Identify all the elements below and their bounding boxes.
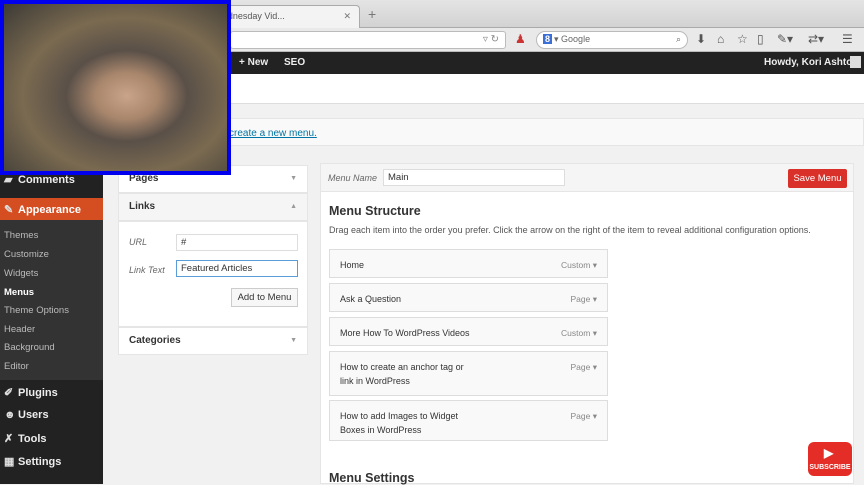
link-text-input[interactable]: Featured Articles [176,260,298,277]
paintbrush-icon: ✎ [4,204,14,216]
avatar[interactable] [850,56,861,68]
url-input[interactable]: # [176,234,298,251]
chevron-down-icon[interactable]: ▾ [593,328,597,338]
links-section-toggle[interactable]: Links ▲ [118,193,308,221]
item-type: Custom [561,328,591,338]
eyedropper-icon[interactable]: ✎▾ [777,32,793,46]
reload-icon[interactable]: ▿ ↻ [483,34,499,45]
menu-item[interactable]: How to create an anchor tag or link in W… [329,351,608,396]
menu-structure-description: Drag each item into the order you prefer… [329,225,811,235]
appearance-submenu [0,220,103,380]
menu-settings-heading: Menu Settings [329,471,415,485]
sidebar-item-settings[interactable]: ▦ Settings [0,455,103,468]
wrench-icon: ✗ [4,433,14,445]
label: Appearance [18,204,81,216]
subscribe-label: SUBSCRIBE [809,464,851,471]
chevron-down-icon[interactable]: ▾ [593,362,597,372]
chevron-down-icon[interactable]: ▾ [593,294,597,304]
submenu-theme-options[interactable]: Theme Options [4,305,69,316]
plugin-icon: ✐ [4,387,14,399]
google-icon: 8 [543,34,553,44]
link-text-label: Link Text [129,265,165,275]
save-menu-button[interactable]: Save Menu [788,169,847,188]
label: Tools [18,433,47,445]
submenu-widgets[interactable]: Widgets [4,268,38,279]
extension-icon[interactable]: ⇄▾ [808,32,824,46]
sidebar-item-users[interactable]: ☻ Users [0,409,103,421]
search-input[interactable]: 8 ▾ Google ⌕ [536,31,688,49]
settings-icon: ▦ [4,456,15,468]
user-icon: ☻ [4,409,16,421]
chevron-down-icon: ▼ [290,175,297,182]
categories-section-toggle[interactable]: Categories ▼ [118,327,308,355]
menu-item[interactable]: Ask a Question Page ▾ [329,283,608,312]
close-tab-icon[interactable]: ✕ [343,11,351,22]
sidebar-item-plugins[interactable]: ✐ Plugins [0,386,103,399]
label: Comments [18,174,75,186]
menu-edit-panel: Menu Name Main Save Menu Menu Structure … [320,163,854,485]
menu-item[interactable]: How to add Images to Widget Boxes in Wor… [329,400,608,441]
seo-link[interactable]: SEO [284,57,305,68]
item-type: Page [570,362,591,372]
new-tab-button[interactable]: + [368,6,376,22]
item-title: More How To WordPress Videos [340,328,470,338]
menu-header: Menu Name Main Save Menu [321,164,853,192]
links-section-body: URL # Link Text Featured Articles Add to… [118,221,308,327]
home-icon[interactable]: ⌂ [717,32,724,46]
menu-icon[interactable]: ☰ [842,32,853,46]
menu-structure-heading: Menu Structure [329,204,421,218]
add-to-menu-button[interactable]: Add to Menu [231,288,298,307]
submenu-background[interactable]: Background [4,342,55,353]
item-title: Home [340,260,365,270]
submenu-themes[interactable]: Themes [4,230,38,241]
submenu-header[interactable]: Header [4,324,35,335]
chevron-up-icon: ▲ [290,203,297,210]
webcam-overlay [0,0,231,175]
add-menu-items-panel: Pages ▼ Links ▲ URL # Link Text Featured A… [118,165,308,355]
item-title: How to create an anchor tag or link in W… [340,362,464,386]
item-type: Page [570,411,591,421]
sidebar-item-appearance[interactable]: ✎ Appearance [0,198,103,220]
label: Links [129,201,156,212]
url-label: URL [129,237,148,247]
menu-item[interactable]: More How To WordPress Videos Custom ▾ [329,317,608,346]
submenu-customize[interactable]: Customize [4,249,49,260]
sidebar-item-tools[interactable]: ✗ Tools [0,432,103,445]
item-type: Custom [561,260,591,270]
account-link[interactable]: Howdy, Kori Ashton [764,57,858,68]
item-title: How to add Images to Widget Boxes in Wor… [340,411,459,435]
menu-item[interactable]: Home Custom ▾ [329,249,608,278]
menu-name-input[interactable]: Main [383,169,565,186]
label: Users [18,409,49,421]
search-icon[interactable]: ⌕ [676,34,681,45]
new-link[interactable]: + New [239,57,268,68]
label: Categories [129,335,181,346]
submenu-menus[interactable]: Menus [4,287,34,298]
menu-name-label: Menu Name [328,173,378,183]
subscribe-button[interactable]: SUBSCRIBE [808,442,852,476]
addon-icon[interactable]: ♟ [515,32,526,46]
chevron-down-icon[interactable]: ▾ [593,260,597,270]
clipboard-icon[interactable]: ▯ [757,32,764,46]
label: Settings [18,456,62,468]
label: Plugins [18,387,58,399]
bookmark-star-icon[interactable]: ☆ [737,32,748,46]
item-title: Ask a Question [340,294,402,304]
chevron-down-icon[interactable]: ▾ [593,411,597,421]
download-icon[interactable]: ⬇ [696,32,706,46]
url-bar[interactable]: ▿ ↻ [230,31,506,49]
item-type: Page [570,294,591,304]
chevron-down-icon: ▼ [290,337,297,344]
search-placeholder: Google [561,34,591,44]
submenu-editor[interactable]: Editor [4,361,29,372]
